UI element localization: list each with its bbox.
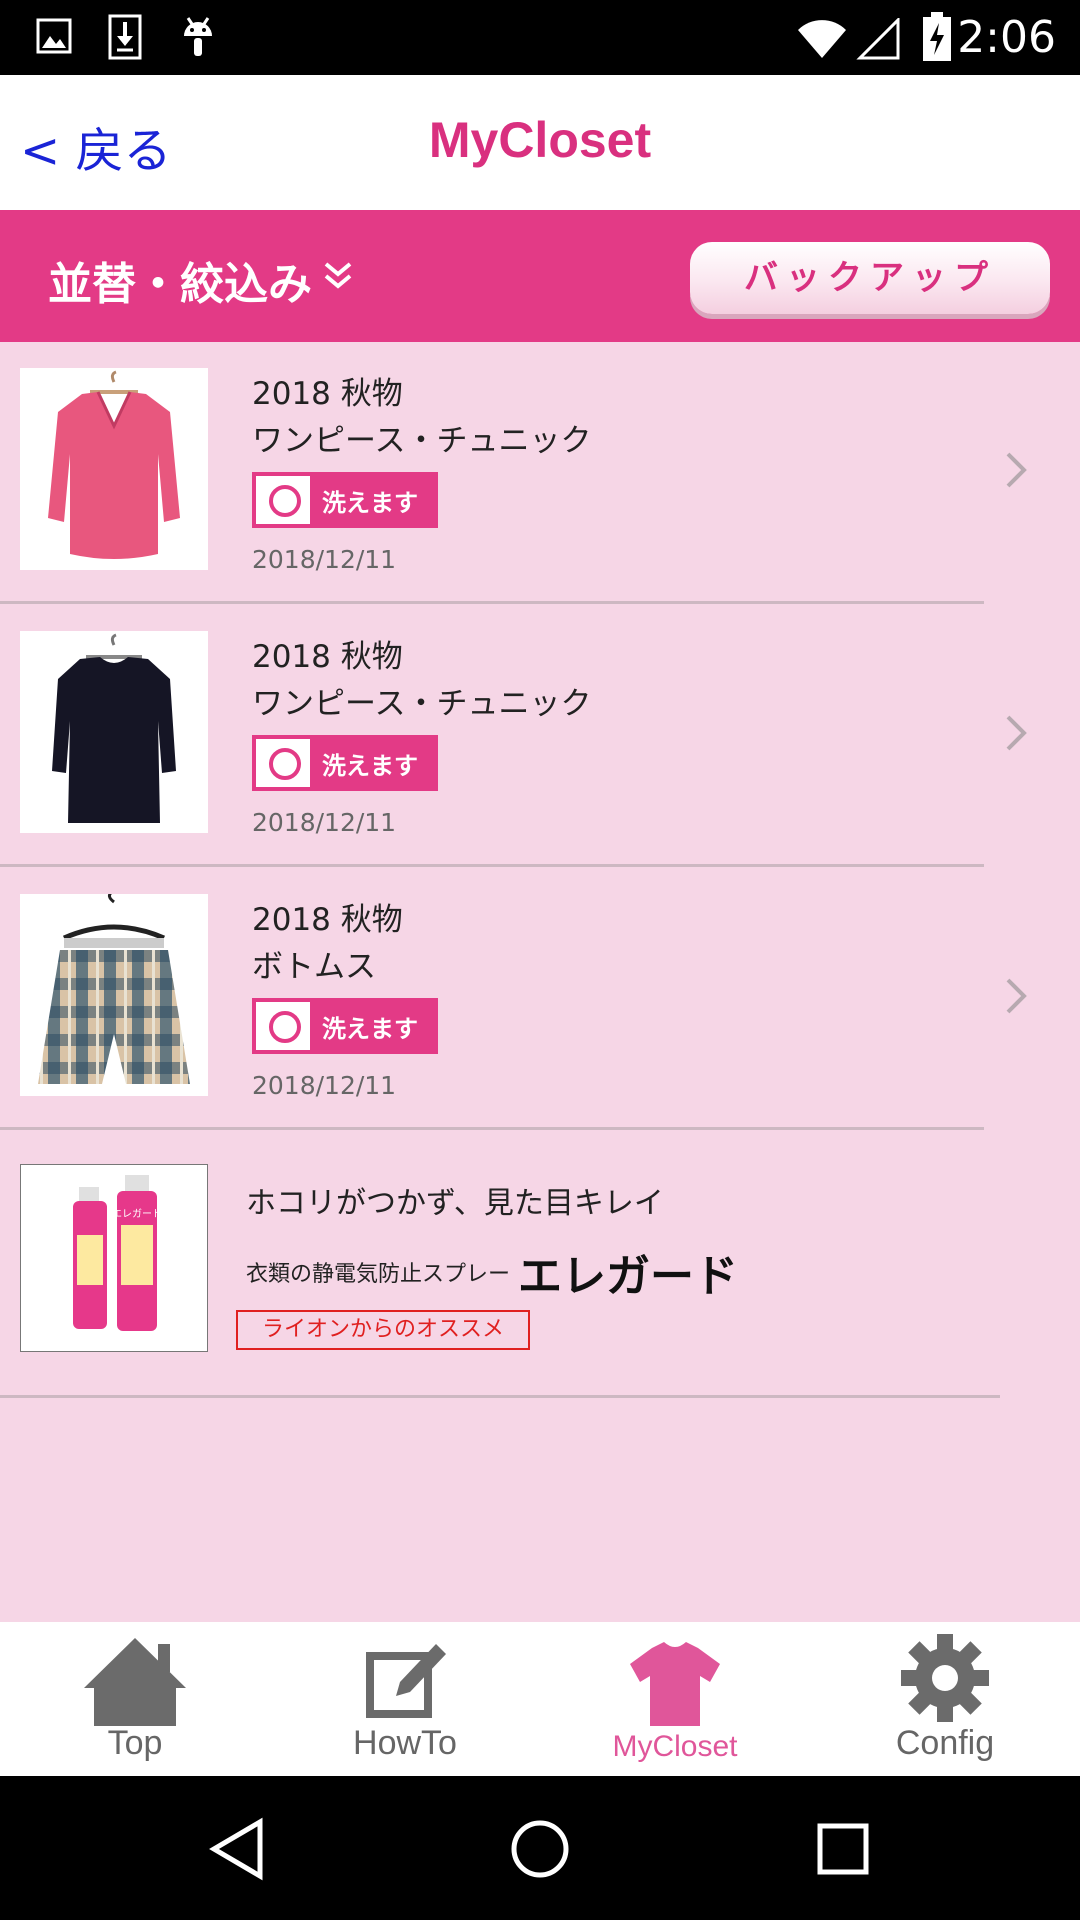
tshirt-icon	[630, 1642, 720, 1726]
black-dress-image	[52, 633, 176, 823]
divider	[0, 864, 984, 867]
item-date: 2018/12/11	[252, 545, 397, 574]
tab-top[interactable]: Top	[0, 1622, 270, 1776]
tab-config[interactable]: Config	[810, 1622, 1080, 1776]
circle-icon	[269, 1011, 301, 1043]
system-nav-bar	[0, 1776, 1080, 1920]
battery-charging-icon	[923, 12, 951, 61]
clock: 2:06	[957, 12, 1056, 63]
ad-tagline: ホコリがつかず、見た目キレイ	[246, 1186, 664, 1221]
gear-icon	[901, 1634, 989, 1722]
tab-label: HowTo	[353, 1724, 457, 1762]
recommendation-badge: ライオンからのオススメ	[236, 1310, 530, 1350]
svg-text:エレガード: エレガード	[112, 1208, 162, 1220]
bottom-tab-bar: Top HowTo MyCloset Config	[0, 1622, 1080, 1776]
chevron-right-icon	[1006, 452, 1027, 488]
washable-icon-box	[256, 1002, 310, 1050]
circle-icon	[269, 485, 301, 517]
washable-icon-box	[256, 739, 310, 787]
list-item[interactable]: 2018 秋物 ワンピース・チュニック 洗えます 2018/12/11	[0, 342, 1080, 604]
home-circle-icon[interactable]	[505, 1814, 575, 1884]
tab-label: MyCloset	[612, 1730, 738, 1763]
washable-badge: 洗えます	[252, 998, 438, 1054]
pink-sweater-image	[48, 370, 180, 559]
ad-brand: エレガード	[518, 1251, 738, 1302]
item-thumbnail	[20, 368, 208, 570]
signal-icon	[856, 18, 900, 60]
washable-label: 洗えます	[322, 752, 418, 780]
filter-bar: 並替・絞込み バックアップ	[0, 210, 1080, 342]
chevron-right-icon	[1006, 715, 1027, 751]
circle-icon	[269, 748, 301, 780]
tab-mycloset[interactable]: MyCloset	[540, 1622, 810, 1776]
washable-label: 洗えます	[322, 489, 418, 517]
closet-list: 2018 秋物 ワンピース・チュニック 洗えます 2018/12/11 2018…	[0, 342, 1080, 1622]
washable-badge: 洗えます	[252, 735, 438, 791]
status-bar: 2:06	[0, 0, 1080, 75]
item-date: 2018/12/11	[252, 808, 397, 837]
item-season: 2018 秋物	[252, 902, 403, 938]
list-item[interactable]: 2018 秋物 ボトムス 洗えます 2018/12/11	[0, 868, 1080, 1130]
item-category: ワンピース・チュニック	[252, 423, 592, 459]
recents-square-icon[interactable]	[808, 1814, 878, 1884]
back-triangle-icon[interactable]	[200, 1814, 270, 1884]
list-item[interactable]: 2018 秋物 ワンピース・チュニック 洗えます 2018/12/11	[0, 605, 1080, 867]
download-icon	[108, 14, 142, 60]
washable-icon-box	[256, 476, 310, 524]
edit-icon	[366, 1644, 446, 1718]
backup-button[interactable]: バックアップ	[690, 242, 1050, 314]
item-category: ワンピース・チュニック	[252, 686, 592, 722]
ad-thumbnail: エレガード	[20, 1164, 208, 1352]
item-thumbnail	[20, 631, 208, 833]
image-icon	[36, 18, 72, 54]
tab-howto[interactable]: HowTo	[270, 1622, 540, 1776]
app-header: < 戻る MyCloset	[0, 75, 1080, 210]
item-date: 2018/12/11	[252, 1071, 397, 1100]
sort-filter-button[interactable]: 並替・絞込み	[48, 248, 312, 312]
item-category: ボトムス	[252, 949, 376, 985]
chevron-right-icon	[1006, 978, 1027, 1014]
washable-badge: 洗えます	[252, 472, 438, 528]
tab-label: Config	[895, 1724, 995, 1762]
item-season: 2018 秋物	[252, 639, 403, 675]
ad-banner[interactable]: エレガード ホコリがつかず、見た目キレイ 衣類の静電気防止スプレー エレガード …	[0, 1130, 1080, 1398]
home-icon	[84, 1638, 186, 1726]
divider	[0, 601, 984, 604]
ad-description: 衣類の静電気防止スプレー	[246, 1262, 511, 1287]
plaid-shorts-image	[38, 890, 190, 1084]
item-season: 2018 秋物	[252, 376, 403, 412]
page-title: MyCloset	[428, 112, 652, 168]
double-chevron-down-icon[interactable]	[322, 258, 354, 294]
android-icon	[184, 17, 212, 56]
spray-product-image: エレガード	[73, 1175, 162, 1331]
divider	[0, 1395, 1000, 1398]
item-thumbnail	[20, 890, 208, 1096]
tab-label: Top	[107, 1724, 163, 1762]
washable-label: 洗えます	[322, 1015, 418, 1043]
wifi-icon	[798, 20, 846, 58]
